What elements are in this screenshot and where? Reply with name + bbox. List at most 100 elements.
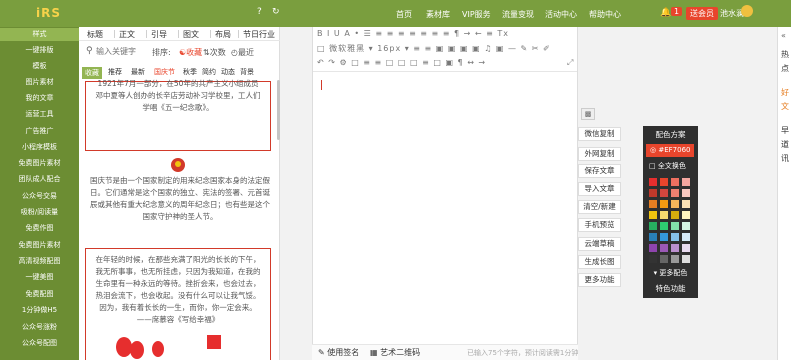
toolbar-row-insert[interactable]: ↶ ↷ ⚙ □ ≡ ≡ □ □ □ ≡ □ ▣ ¶ ↔ → <box>317 58 486 67</box>
sidebar-item-fans[interactable]: 吸粉/阅读量 <box>0 207 79 217</box>
toolbar-row-font[interactable]: □ 微软雅黑 ▾ 16px ▾ ≡ ≡ ▣ ▣ ▣ ▣ ♫ ▣ — ✎ ✂ ✐ <box>317 43 551 54</box>
color-swatch[interactable] <box>660 189 668 197</box>
help-icon[interactable]: ? <box>257 7 262 17</box>
member-button[interactable]: 送会员 <box>686 7 718 20</box>
expand-icon[interactable]: ⤢ <box>567 58 573 68</box>
color-swatch[interactable] <box>649 189 657 197</box>
color-swatch[interactable] <box>649 255 657 263</box>
sidebar-item-team[interactable]: 团队成人配合 <box>0 174 79 184</box>
import-article-button[interactable]: 导入文章 <box>578 182 621 196</box>
tab-guide[interactable]: 引导 <box>151 29 167 40</box>
color-swatch[interactable] <box>660 244 668 252</box>
nav-activity[interactable]: 活动中心 <box>545 9 577 20</box>
sidebar-item-free-images[interactable]: 免费图片素材 <box>0 158 79 168</box>
bell-icon[interactable]: 🔔 <box>660 8 671 18</box>
qrcode-button[interactable]: ▦ 艺术二维码 <box>370 347 420 358</box>
filter-simple[interactable]: 简约 <box>202 67 216 77</box>
color-swatch[interactable] <box>682 200 690 208</box>
style-card[interactable]: 1921年7月一部分，在50年的共产主义小组成员邓中夏等人创办的长辛店劳动补习学… <box>85 79 271 151</box>
color-swatch[interactable] <box>649 211 657 219</box>
color-swatch[interactable] <box>682 211 690 219</box>
collapse-icon[interactable]: « <box>781 31 786 40</box>
sidebar-item-free-drawing[interactable]: 免费作图 <box>0 223 79 233</box>
sidebar-item-video[interactable]: 高清视频配图 <box>0 256 79 266</box>
color-hex-field[interactable]: ◎ #EF7060 <box>646 144 694 157</box>
color-swatch[interactable] <box>671 222 679 230</box>
filter-dynamic[interactable]: 动态 <box>221 67 235 77</box>
color-swatch[interactable] <box>649 222 657 230</box>
color-swatch[interactable] <box>671 178 679 186</box>
tab-holiday[interactable]: 节日行业 <box>243 29 275 40</box>
color-swatch[interactable] <box>671 244 679 252</box>
sidebar-item-h5[interactable]: 1分钟做H5 <box>0 305 79 315</box>
more-features-button[interactable]: 更多功能 <box>578 273 621 287</box>
recolor-all-checkbox[interactable]: □ 全文换色 <box>649 161 686 171</box>
sort-option[interactable]: ◴最近 <box>231 47 254 58</box>
color-swatch[interactable] <box>649 178 657 186</box>
app-logo[interactable]: iRS <box>36 6 61 20</box>
style-card[interactable]: 在年轻的时候，在那些充满了阳光的长长的下午，我无所事事，也无所挂虑，只因为我知道… <box>85 248 271 360</box>
tab-title[interactable]: 标题 <box>87 29 103 40</box>
nav-home[interactable]: 首页 <box>396 9 412 20</box>
nav-vip[interactable]: VIP服务 <box>462 9 491 20</box>
notification-badge[interactable]: 1 <box>671 7 683 16</box>
long-image-button[interactable]: 生成长图 <box>578 255 621 269</box>
color-swatch[interactable] <box>649 244 657 252</box>
external-copy-button[interactable]: 外网复制 <box>578 147 621 161</box>
color-swatch[interactable] <box>660 255 668 263</box>
color-swatch[interactable] <box>660 222 668 230</box>
color-swatch[interactable] <box>649 200 657 208</box>
sidebar-item-trade[interactable]: 公众号交易 <box>0 191 79 201</box>
sidebar-item-my-articles[interactable]: 我的文章 <box>0 93 79 103</box>
sidebar-item-free-images-2[interactable]: 免费图片素材 <box>0 240 79 250</box>
wechat-copy-button[interactable]: 微信复制 <box>578 127 621 141</box>
color-swatch[interactable] <box>682 233 690 241</box>
color-swatch[interactable] <box>682 244 690 252</box>
filter-newest[interactable]: 最新 <box>131 67 145 77</box>
nav-materials[interactable]: 素材库 <box>426 9 450 20</box>
tab-body[interactable]: 正文 <box>119 29 135 40</box>
sort-option[interactable]: ☯收藏 <box>179 47 202 58</box>
sidebar-item-ads[interactable]: 广告推广 <box>0 126 79 136</box>
sidebar-item-miniprogram[interactable]: 小程序模板 <box>0 142 79 152</box>
feature-button[interactable]: 特色功能 <box>643 283 698 294</box>
style-card-text[interactable]: 国庆节是由一个国家制定的用来纪念国家本身的法定假日。它们通常是这个国家的独立、宪… <box>87 175 273 223</box>
color-swatch[interactable] <box>682 178 690 186</box>
avatar[interactable] <box>741 5 753 17</box>
cloud-draft-button[interactable]: 云端草稿 <box>578 237 621 251</box>
nav-monetize[interactable]: 流量变现 <box>502 9 534 20</box>
sidebar-item-style[interactable]: 样式 <box>0 28 79 41</box>
color-swatch[interactable] <box>649 233 657 241</box>
sidebar-item-beautify[interactable]: 一键美图 <box>0 272 79 282</box>
sidebar-item-templates[interactable]: 模板 <box>0 61 79 71</box>
filter-recommend[interactable]: 推荐 <box>108 67 122 77</box>
color-swatch[interactable] <box>660 211 668 219</box>
color-swatch[interactable] <box>660 178 668 186</box>
color-swatch[interactable] <box>671 189 679 197</box>
sidebar-item-images[interactable]: 图片素材 <box>0 77 79 87</box>
mobile-preview-button[interactable]: 手机预览 <box>578 218 621 232</box>
toolbar-row-formatting[interactable]: B I U A • ☰ ≡ ≡ ≡ ≡ ≡ ≡ ≡ ¶ → ← ≡ Tx <box>317 29 509 38</box>
refresh-icon[interactable]: ↻ <box>272 7 280 17</box>
color-swatch[interactable] <box>682 189 690 197</box>
toolbox-icon[interactable]: ▩ <box>581 108 595 120</box>
panel-scrollbar[interactable] <box>277 80 280 140</box>
color-swatch[interactable] <box>682 255 690 263</box>
sort-option[interactable]: ⇅次数 <box>203 47 226 58</box>
sidebar-item-free-pic[interactable]: 免费配图 <box>0 289 79 299</box>
clear-new-button[interactable]: 清空/新建 <box>578 200 621 214</box>
color-swatch[interactable] <box>660 233 668 241</box>
color-swatch[interactable] <box>671 200 679 208</box>
sidebar-item-ops-tools[interactable]: 运营工具 <box>0 109 79 119</box>
tab-image-text[interactable]: 图文 <box>183 29 199 40</box>
save-article-button[interactable]: 保存文章 <box>578 164 621 178</box>
signature-button[interactable]: ✎ 使用签名 <box>318 347 359 358</box>
sidebar-item-cover[interactable]: 公众号配图 <box>0 338 79 348</box>
sidebar-item-grow[interactable]: 公众号涨粉 <box>0 322 79 332</box>
nav-help[interactable]: 帮助中心 <box>589 9 621 20</box>
color-swatch[interactable] <box>660 200 668 208</box>
filter-autumn[interactable]: 秋季 <box>183 67 197 77</box>
tab-layout[interactable]: 布局 <box>215 29 231 40</box>
filter-national-day[interactable]: 国庆节 <box>154 67 175 77</box>
more-colors-button[interactable]: ▾ 更多配色 <box>643 268 698 278</box>
